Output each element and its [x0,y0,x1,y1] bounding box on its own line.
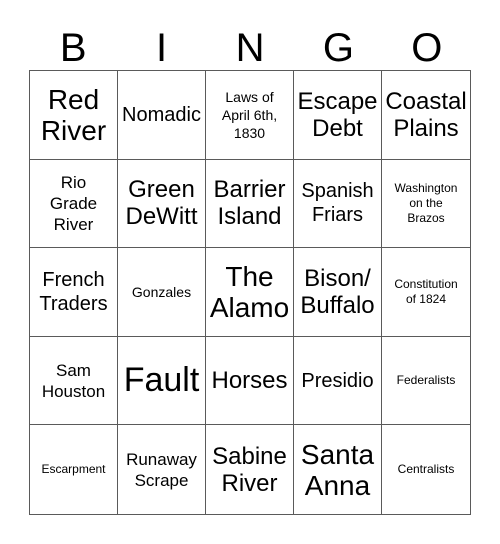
bingo-cell-text: Centralists [397,462,455,477]
bingo-cell-text: Constitution of 1824 [394,276,458,306]
bingo-cell-r1c1[interactable]: Red River [30,71,118,160]
bingo-cell-r4c2[interactable]: Fault [118,336,206,426]
bingo-cell-text: Green DeWitt [125,176,198,231]
bingo-cell-r2c3[interactable]: Barrier Island [206,159,294,249]
bingo-cell-r5c2[interactable]: Runaway Scrape [118,425,206,514]
bingo-cell-text: Escape Debt [297,87,378,142]
bingo-cell-text: Gonzales [131,283,192,300]
bingo-cell-text: Federalists [396,373,456,388]
bingo-cell-r3c2[interactable]: Gonzales [118,248,206,337]
bingo-header-letter-n: N [235,26,265,70]
bingo-cell-r3c1[interactable]: French Traders [30,248,118,337]
bingo-cell-text: Sabine River [212,442,287,497]
bingo-cell-r4c4[interactable]: Presidio [294,336,382,426]
bingo-cell-text: Spanish Friars [301,180,374,227]
bingo-cell-r2c1[interactable]: Rio Grade River [30,159,118,249]
bingo-header-letter-o: O [411,26,443,70]
bingo-cell-text: Fault [123,361,200,400]
bingo-cell-text: Barrier Island [213,176,286,231]
bingo-cell-r2c4[interactable]: Spanish Friars [294,159,382,249]
bingo-cell-text: Laws of April 6th, 1830 [221,88,278,141]
bingo-cell-r3c5[interactable]: Constitution of 1824 [382,248,470,337]
bingo-cell-text: Coastal Plains [385,87,467,142]
bingo-cell-r4c1[interactable]: Sam Houston [30,336,118,426]
bingo-cell-r1c3[interactable]: Laws of April 6th, 1830 [206,71,294,160]
bingo-header-row: B I N G O [29,16,471,70]
bingo-grid: Red River Nomadic Laws of April 6th, 183… [29,70,471,515]
bingo-cell-r5c4[interactable]: Santa Anna [294,425,382,514]
bingo-cell-r1c4[interactable]: Escape Debt [294,71,382,160]
bingo-cell-r3c4[interactable]: Bison/ Buffalo [294,248,382,337]
bingo-cell-r1c2[interactable]: Nomadic [118,71,206,160]
bingo-cell-r4c3[interactable]: Horses [206,336,294,426]
bingo-cell-r4c5[interactable]: Federalists [382,336,470,426]
bingo-cell-text: Santa Anna [300,438,375,501]
bingo-cell-text: Sam Houston [41,360,106,401]
bingo-cell-r5c3[interactable]: Sabine River [206,425,294,514]
bingo-cell-text: Nomadic [122,103,201,126]
bingo-cell-r5c5[interactable]: Centralists [382,425,470,514]
bingo-header-letter-i: I [156,26,168,70]
bingo-cell-r3c3[interactable]: The Alamo [206,248,294,337]
bingo-cell-text: Bison/ Buffalo [300,264,375,319]
bingo-cell-text: Rio Grade River [49,172,98,234]
bingo-cell-text: Presidio [301,369,374,392]
bingo-cell-r1c5[interactable]: Coastal Plains [382,71,470,160]
bingo-cell-r2c5[interactable]: Washington on the Brazos [382,159,470,249]
bingo-card: B I N G O Red River Nomadic Laws of Apri… [0,0,500,544]
bingo-cell-text: French Traders [39,268,108,315]
bingo-cell-text: Red River [40,83,107,146]
bingo-header-letter-g: G [322,26,354,70]
bingo-cell-text: Horses [211,367,288,395]
bingo-cell-text: Washington on the Brazos [394,180,458,225]
bingo-header-letter-b: B [59,26,87,70]
bingo-cell-r2c2[interactable]: Green DeWitt [118,159,206,249]
bingo-cell-text: Escarpment [41,462,106,477]
bingo-cell-text: The Alamo [209,260,290,323]
bingo-cell-r5c1[interactable]: Escarpment [30,425,118,514]
bingo-cell-text: Runaway Scrape [126,449,197,490]
